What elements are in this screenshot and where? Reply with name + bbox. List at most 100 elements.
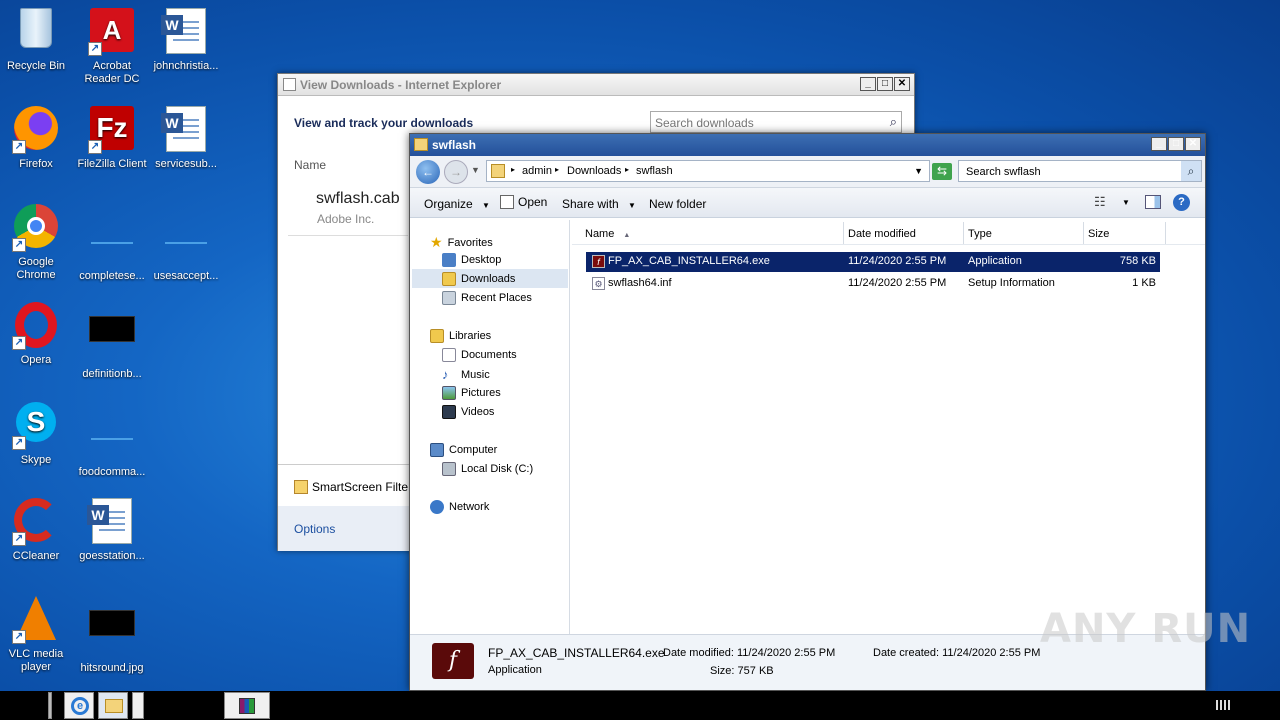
forward-button[interactable]: → — [444, 160, 468, 184]
taskbar-ie-button[interactable]: e — [64, 692, 94, 719]
taskbar: e — [0, 691, 1280, 720]
file-type: Application — [968, 255, 1022, 267]
minimize-button[interactable]: _ — [1151, 137, 1167, 151]
help-icon[interactable]: ? — [1173, 194, 1190, 211]
view-options-icon[interactable]: ☷ — [1094, 194, 1106, 210]
column-header-date[interactable]: Date modified — [844, 222, 964, 244]
file-row[interactable]: ⚙ swflash64.inf 11/24/2020 2:55 PM Setup… — [586, 274, 1160, 294]
desktop-icon-file-hitsround[interactable]: hitsround.jpg — [73, 596, 151, 675]
details-modified: Date modified: 11/24/2020 2:55 PM — [663, 647, 835, 659]
column-header-type[interactable]: Type — [964, 222, 1084, 244]
word-document-icon: W — [161, 8, 210, 56]
desktop-icon-acrobat[interactable]: A ↗ Acrobat Reader DC — [73, 8, 151, 86]
shortcut-arrow-icon: ↗ — [12, 336, 26, 350]
desktop-icon-label: hitsround.jpg — [80, 662, 144, 674]
ie-download-item[interactable]: swflash.cab Adobe Inc. — [288, 178, 408, 236]
details-size-value: 757 KB — [737, 665, 774, 677]
nav-desktop[interactable]: Desktop — [442, 253, 501, 267]
explorer-search-box[interactable]: Search swflash ⌕ — [958, 160, 1202, 182]
nav-documents[interactable]: Documents — [442, 348, 517, 362]
search-icon[interactable]: ⌕ — [1181, 161, 1201, 181]
nav-computer[interactable]: Computer — [430, 443, 497, 457]
ie-search-box[interactable]: Search downloads ⌕ — [650, 111, 902, 133]
address-dropdown-icon[interactable]: ▼ — [914, 166, 923, 176]
desktop-icon-label: Google Chrome — [16, 256, 56, 281]
nav-local-disk[interactable]: Local Disk (C:) — [442, 462, 533, 476]
acrobat-icon: A ↗ — [88, 8, 136, 56]
nav-favorites[interactable]: ★ Favorites — [430, 234, 493, 251]
preview-pane-icon[interactable] — [1145, 195, 1161, 209]
desktop-icon-file-foodcomma[interactable]: foodcomma... — [73, 400, 151, 479]
sort-ascending-icon: ▲ — [623, 232, 631, 239]
minimize-button[interactable]: _ — [860, 77, 876, 91]
file-date: 11/24/2020 2:55 PM — [848, 255, 947, 267]
desktop-icon-ccleaner[interactable]: ↗ CCleaner — [0, 498, 75, 563]
details-created: Date created: 11/24/2020 2:55 PM — [873, 647, 1040, 659]
open-button[interactable]: Open — [500, 195, 547, 209]
address-row: ← → ▼ ▸ admin ▸ Downloads ▸ swflash ▼ ⇆ … — [410, 156, 1205, 188]
file-list[interactable]: Name ▲ Date modified Type Size f FP_AX_C… — [572, 220, 1205, 634]
close-button[interactable]: ✕ — [894, 77, 910, 91]
network-icon — [430, 500, 444, 514]
desktop-icon-file-usesaccept[interactable]: usesaccept... — [147, 204, 225, 283]
column-header-name[interactable]: Name ▲ — [581, 222, 844, 244]
taskbar-start-edge[interactable] — [48, 692, 52, 719]
ie-options-link[interactable]: Options — [294, 522, 335, 536]
desktop-icon-recycle-bin[interactable]: Recycle Bin — [0, 8, 75, 73]
desktop-icon-vlc[interactable]: ↗ VLC media player — [0, 596, 75, 674]
breadcrumb-downloads[interactable]: Downloads — [567, 165, 621, 177]
file-row-selected[interactable]: f FP_AX_CAB_INSTALLER64.exe 11/24/2020 2… — [586, 252, 1160, 272]
videos-icon — [442, 405, 456, 419]
desktop-icon-chrome[interactable]: ↗ Google Chrome — [0, 204, 75, 282]
desktop-icon-label: CCleaner — [12, 550, 60, 562]
view-dropdown-icon[interactable]: ▼ — [1122, 198, 1130, 207]
organize-button[interactable]: Organize ▼ — [424, 197, 490, 211]
column-label: Name — [585, 228, 615, 240]
nav-videos[interactable]: Videos — [442, 405, 494, 419]
flash-installer-icon: f — [592, 255, 605, 268]
smartscreen-link[interactable]: SmartScreen Filte — [294, 480, 408, 494]
desktop-icon-firefox[interactable]: ↗ Firefox — [0, 106, 75, 171]
desktop-icon-file-completese[interactable]: completese... — [73, 204, 151, 283]
desktop-icon-filezilla[interactable]: Fz ↗ FileZilla Client — [73, 106, 151, 171]
close-button[interactable]: ✕ — [1185, 137, 1201, 151]
nav-libraries[interactable]: Libraries — [430, 329, 491, 343]
desktop-icon-opera[interactable]: ↗ Opera — [0, 302, 75, 367]
maximize-button[interactable]: □ — [1168, 137, 1184, 151]
desktop-icon-file-definitionb[interactable]: definitionb... — [73, 302, 151, 381]
desktop-icon-skype[interactable]: S ↗ Skype — [0, 400, 75, 467]
column-header-size[interactable]: Size — [1084, 222, 1166, 244]
taskbar-button-3[interactable] — [132, 692, 144, 719]
history-dropdown-icon[interactable]: ▼ — [471, 165, 480, 175]
new-folder-button[interactable]: New folder — [649, 197, 706, 211]
nav-label: Pictures — [461, 387, 501, 399]
nav-music[interactable]: ♪ Music — [442, 367, 490, 382]
desktop-icon-word-doc-2[interactable]: W servicesub... — [147, 106, 225, 171]
explorer-title-bar[interactable]: swflash _ □ ✕ — [410, 134, 1205, 156]
taskbar-winrar-button[interactable] — [224, 692, 270, 719]
recycle-bin-icon — [12, 8, 60, 56]
nav-network[interactable]: Network — [430, 500, 489, 514]
nav-label: Videos — [461, 406, 495, 418]
share-with-button[interactable]: Share with ▼ — [562, 197, 636, 211]
desktop-icon-word-doc-1[interactable]: W johnchristia... — [147, 8, 225, 73]
desktop-icon-word-doc-3[interactable]: W goesstation... — [73, 498, 151, 563]
ie-title-bar[interactable]: View Downloads - Internet Explorer _ □ ✕ — [278, 74, 914, 96]
explorer-folder-icon — [105, 699, 123, 713]
nav-recent-places[interactable]: Recent Places — [442, 291, 532, 305]
nav-pictures[interactable]: Pictures — [442, 386, 501, 400]
search-icon: ⌕ — [889, 114, 897, 129]
shortcut-arrow-icon: ↗ — [12, 140, 26, 154]
breadcrumb-admin[interactable]: admin — [522, 165, 552, 177]
nav-downloads[interactable]: Downloads — [442, 272, 515, 286]
back-button[interactable]: ← — [416, 160, 440, 184]
taskbar-explorer-button[interactable] — [98, 692, 128, 719]
address-bar[interactable]: ▸ admin ▸ Downloads ▸ swflash ▼ — [486, 160, 930, 182]
shortcut-arrow-icon: ↗ — [88, 140, 102, 154]
setup-info-icon: ⚙ — [592, 277, 605, 290]
refresh-button[interactable]: ⇆ — [932, 163, 952, 180]
maximize-button[interactable]: □ — [877, 77, 893, 91]
breadcrumb-swflash[interactable]: swflash — [636, 165, 673, 177]
tray-icons[interactable] — [1216, 700, 1232, 710]
folder-icon — [491, 164, 505, 178]
